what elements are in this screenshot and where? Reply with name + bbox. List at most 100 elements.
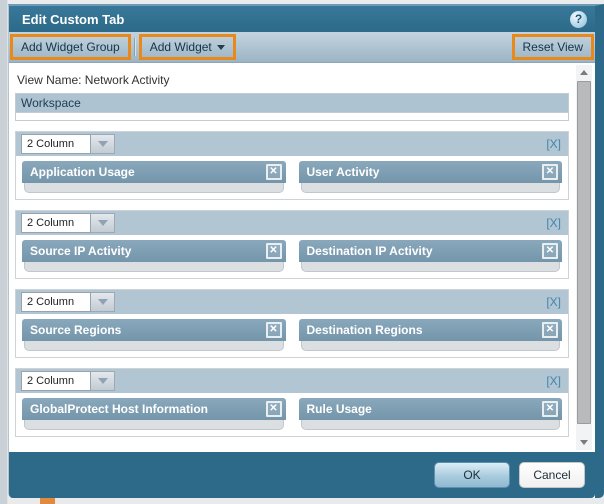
close-icon[interactable]: ✕	[542, 322, 558, 338]
widget: Source IP Activity ✕	[22, 240, 286, 272]
add-widget-group-button[interactable]: Add Widget Group	[13, 37, 128, 57]
help-icon[interactable]: ?	[570, 10, 587, 28]
widget-body	[300, 262, 560, 272]
widget-group-body: GlobalProtect Host Information ✕ Rule Us…	[16, 393, 568, 436]
background-annotation-fragment	[40, 498, 55, 504]
reset-view-label: Reset View	[522, 40, 583, 54]
remove-group-link[interactable]: [X]	[546, 137, 561, 151]
edit-custom-tab-dialog: Edit Custom Tab ? Add Widget Group Add W…	[8, 4, 604, 498]
dialog-toolbar: Add Widget Group Add Widget Reset View	[9, 32, 595, 63]
workspace-header: Workspace	[16, 94, 568, 113]
column-layout-select[interactable]: 2 Column	[21, 371, 91, 391]
widget: Application Usage ✕	[22, 161, 286, 193]
widget-group: 2 Column [X] Source IP Activity ✕ Destin…	[15, 210, 569, 279]
column-layout-select[interactable]: 2 Column	[21, 292, 91, 312]
widget-group-body: Application Usage ✕ User Activity ✕	[16, 156, 568, 199]
add-widget-label: Add Widget	[149, 40, 212, 54]
close-icon[interactable]: ✕	[265, 322, 282, 338]
chevron-down-icon	[97, 299, 108, 305]
scroll-down-arrow[interactable]	[576, 435, 592, 450]
annotation-highlight-reset-view: Reset View	[511, 34, 594, 60]
chevron-down-icon	[97, 220, 108, 226]
workspace-label: Workspace	[21, 96, 81, 110]
view-name-label: View Name: Network Activity	[17, 73, 170, 87]
widget-body	[24, 420, 284, 430]
workspace-body	[16, 113, 568, 120]
widget-group-body: Source IP Activity ✕ Destination IP Acti…	[16, 235, 568, 278]
content-main: View Name: Network Activity Workspace 2 …	[15, 71, 569, 437]
widget-header: Destination IP Activity ✕	[298, 240, 562, 262]
scrollbar-thumb[interactable]	[577, 81, 591, 424]
chevron-down-icon	[97, 378, 108, 384]
annotation-highlight-add-widget-group: Add Widget Group	[10, 34, 131, 60]
widget-group-body: Source Regions ✕ Destination Regions ✕	[16, 314, 568, 357]
toolbar-separator	[133, 38, 136, 56]
widget-header: Rule Usage ✕	[298, 398, 562, 420]
widget-body	[24, 341, 284, 351]
close-icon[interactable]: ✕	[265, 401, 282, 417]
widget-group-header: 2 Column [X]	[16, 290, 568, 314]
triangle-down-icon	[580, 440, 588, 445]
dialog-content: View Name: Network Activity Workspace 2 …	[9, 63, 595, 452]
dialog-footer: OK Cancel	[9, 452, 595, 498]
column-select-arrow-button[interactable]	[91, 371, 115, 391]
dialog-title: Edit Custom Tab	[22, 11, 125, 27]
widget-title: Destination Regions	[306, 323, 423, 337]
widget-groups: 2 Column [X] Application Usage ✕ User Ac…	[15, 131, 569, 437]
widget-body	[24, 183, 284, 193]
cancel-button[interactable]: Cancel	[519, 462, 585, 488]
widget: Rule Usage ✕	[298, 398, 562, 430]
column-layout-select[interactable]: 2 Column	[21, 213, 91, 233]
column-select-arrow-button[interactable]	[91, 213, 115, 233]
column-select-arrow-button[interactable]	[91, 134, 115, 154]
background-bottom-strip	[8, 497, 604, 504]
widget-header: Application Usage ✕	[22, 161, 286, 183]
add-widget-group-label: Add Widget Group	[21, 40, 120, 54]
widget: Destination Regions ✕	[298, 319, 562, 351]
annotation-highlight-add-widget: Add Widget	[138, 34, 236, 60]
widget-group-header: 2 Column [X]	[16, 132, 568, 156]
widget-header: User Activity ✕	[298, 161, 562, 183]
workspace-panel: Workspace	[15, 93, 569, 121]
widget-header: Source IP Activity ✕	[22, 240, 286, 262]
widget-title: User Activity	[306, 165, 380, 179]
add-widget-dropdown-button[interactable]: Add Widget	[142, 37, 233, 57]
scroll-up-arrow[interactable]	[576, 65, 592, 80]
remove-group-link[interactable]: [X]	[546, 374, 561, 388]
widget-group: 2 Column [X] GlobalProtect Host Informat…	[15, 368, 569, 437]
ok-button[interactable]: OK	[434, 462, 510, 488]
widget: User Activity ✕	[298, 161, 562, 193]
widget: GlobalProtect Host Information ✕	[22, 398, 286, 430]
widget-body	[300, 183, 560, 193]
widget-title: GlobalProtect Host Information	[30, 402, 209, 416]
widget-group: 2 Column [X] Application Usage ✕ User Ac…	[15, 131, 569, 200]
widget-group-header: 2 Column [X]	[16, 211, 568, 235]
widget-title: Application Usage	[30, 165, 135, 179]
column-select-arrow-button[interactable]	[91, 292, 115, 312]
widget-body	[300, 420, 560, 430]
reset-view-button[interactable]: Reset View	[515, 37, 591, 57]
widget-title: Rule Usage	[306, 402, 372, 416]
background-left-strip	[0, 0, 8, 504]
widget-header: GlobalProtect Host Information ✕	[22, 398, 286, 420]
close-icon[interactable]: ✕	[542, 243, 558, 259]
widget-title: Source IP Activity	[30, 244, 132, 258]
widget: Destination IP Activity ✕	[298, 240, 562, 272]
widget-body	[300, 341, 560, 351]
close-icon[interactable]: ✕	[265, 164, 282, 180]
widget-body	[24, 262, 284, 272]
close-icon[interactable]: ✕	[542, 164, 558, 180]
widget-header: Source Regions ✕	[22, 319, 286, 341]
close-icon[interactable]: ✕	[265, 243, 282, 259]
widget-group-header: 2 Column [X]	[16, 369, 568, 393]
dialog-titlebar: Edit Custom Tab ?	[9, 6, 595, 32]
remove-group-link[interactable]: [X]	[546, 216, 561, 230]
widget-title: Destination IP Activity	[306, 244, 433, 258]
column-layout-select[interactable]: 2 Column	[21, 134, 91, 154]
chevron-down-icon	[97, 141, 108, 147]
remove-group-link[interactable]: [X]	[546, 295, 561, 309]
close-icon[interactable]: ✕	[542, 401, 558, 417]
vertical-scrollbar[interactable]	[576, 65, 592, 450]
widget-title: Source Regions	[30, 323, 122, 337]
widget-header: Destination Regions ✕	[298, 319, 562, 341]
